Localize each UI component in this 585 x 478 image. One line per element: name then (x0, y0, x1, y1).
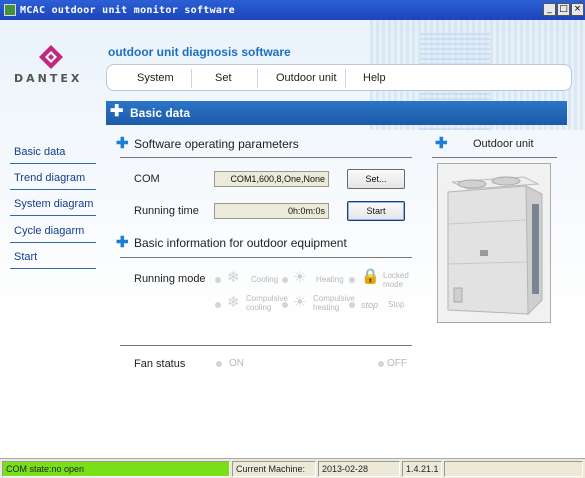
nav-trend-diagram[interactable]: Trend diagram (14, 172, 96, 184)
mode-comp-heating-line2: heating (313, 303, 340, 312)
divider (432, 157, 557, 158)
fan-off-label: OFF (387, 358, 407, 369)
start-button[interactable]: Start (347, 201, 405, 221)
fan-off-dot (378, 361, 384, 367)
mode-comp-heating-line1: Compulsive (313, 294, 355, 303)
plus-icon: ✚ (435, 135, 448, 152)
outdoor-unit-heading: Outdoor unit (473, 138, 534, 150)
mode-indicator-dot (215, 277, 221, 283)
nav-cycle-diagram[interactable]: Cycle diagarm (14, 225, 96, 237)
mode-heating: Heating (316, 275, 344, 284)
mode-cooling: Cooling (251, 275, 279, 284)
nav-system-diagram[interactable]: System diagram (14, 198, 96, 210)
mode-comp-cooling-line2: cooling (246, 303, 272, 312)
status-bar: COM state:no open Current Machine: 2013-… (0, 458, 585, 478)
divider (120, 345, 412, 346)
mode-indicator-dot (349, 302, 355, 308)
running-time-field: 0h:0m:0s (214, 203, 329, 219)
nav-divider (10, 242, 96, 243)
outdoor-unit-image (437, 163, 551, 323)
com-settings-field: COM1,600,8,One,None (214, 171, 329, 187)
plus-icon: ✚ (110, 103, 124, 120)
snowflake-icon: ❄ (227, 269, 240, 286)
mode-indicator-dot (282, 277, 288, 283)
nav-start[interactable]: Start (14, 251, 96, 263)
section-title: Basic data (130, 106, 191, 120)
app-heading: outdoor unit diagnosis software (108, 45, 291, 59)
logo-text: DANTEX (14, 72, 83, 85)
running-mode-label: Running mode (134, 273, 206, 285)
menu-outdoor-unit[interactable]: Outdoor unit (276, 72, 337, 84)
menu-help[interactable]: Help (363, 72, 386, 84)
menu-set[interactable]: Set (215, 72, 232, 84)
minimize-button[interactable]: _ (543, 3, 556, 16)
app-icon (4, 4, 16, 16)
menu-separator (257, 69, 258, 88)
menu-separator (345, 69, 346, 88)
mode-comp-cooling-line1: Compulsive (246, 294, 288, 303)
sun-icon: ☀ (293, 269, 307, 286)
current-machine-label: Current Machine: (232, 461, 316, 477)
maximize-button[interactable]: □ (557, 3, 570, 16)
client-area: DANTEX outdoor unit diagnosis software S… (0, 20, 585, 458)
title-bar: MCAC outdoor unit monitor software _ □ × (0, 0, 585, 20)
divider (120, 257, 412, 258)
version-status: 1.4.21.1 (402, 461, 442, 477)
menu-separator (191, 69, 192, 88)
nav-divider (10, 268, 96, 269)
menu-bar: System Set Outdoor unit Help (106, 64, 572, 91)
snowflake-icon: ❄ (227, 294, 240, 311)
dantex-logo-icon (39, 45, 63, 69)
nav-divider (10, 163, 96, 164)
divider (120, 157, 412, 158)
plus-icon: ✚ (116, 234, 129, 251)
nav-basic-data[interactable]: Basic data (14, 146, 96, 158)
window-title: MCAC outdoor unit monitor software (20, 4, 235, 16)
outdoor-info-heading: Basic information for outdoor equipment (134, 236, 347, 250)
section-header: ✚ Basic data (106, 101, 567, 125)
mode-stop: Stop (388, 300, 405, 309)
plus-icon: ✚ (116, 135, 129, 152)
fan-on-dot (216, 361, 222, 367)
mode-indicator-dot (215, 302, 221, 308)
running-time-label: Running time (134, 205, 199, 217)
mode-locked-line2: mode (383, 280, 404, 289)
software-params-heading: Software operating parameters (134, 137, 299, 151)
mode-indicator-dot (282, 302, 288, 308)
close-button[interactable]: × (571, 3, 584, 16)
outdoor-unit-illustration (447, 176, 543, 316)
fan-on-label: ON (229, 358, 244, 369)
lock-icon: 🔒 (361, 268, 380, 285)
nav-divider (10, 189, 96, 190)
stop-icon: stop (361, 300, 379, 310)
com-set-button[interactable]: Set... (347, 169, 405, 189)
datetime-status: 2013-02-28 16:19:09 (318, 461, 400, 477)
sun-icon: ☀ (293, 294, 307, 311)
fan-status-label: Fan status (134, 358, 186, 370)
nav-divider (10, 215, 96, 216)
com-label: COM (134, 173, 160, 185)
mode-locked-line1: Locked (383, 271, 409, 280)
status-empty-pane (444, 461, 583, 477)
mode-indicator-dot (349, 277, 355, 283)
menu-system[interactable]: System (137, 72, 174, 84)
com-state-status: COM state:no open (2, 461, 230, 477)
